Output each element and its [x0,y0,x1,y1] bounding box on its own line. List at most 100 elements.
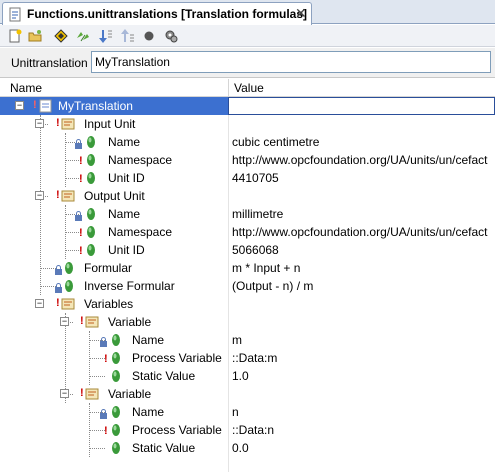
tree-row-input-unit-id[interactable]: ! Unit ID 4410705 [0,169,495,187]
property-leaf-icon [64,261,74,278]
tree-value[interactable]: 0.0 [232,441,249,455]
tree-value[interactable]: m [232,333,242,347]
tree-row-input-unit-namespace[interactable]: ! Namespace http://www.opcfoundation.org… [0,151,495,169]
tree-label: MyTranslation [58,99,133,113]
required-marker-icon: ! [79,227,83,239]
move-down-icon[interactable] [96,27,114,45]
tree-label: Namespace [108,153,173,167]
tree-row-output-unit[interactable]: − ! Output Unit [0,187,495,205]
property-leaf-icon [111,351,121,368]
tree-label: Process Variable [132,423,222,437]
property-leaf-icon [86,243,96,260]
tree-label: Static Value [132,441,196,455]
property-leaf-icon [111,333,121,350]
tree-row-process-variable[interactable]: ! Process Variable ::Data:n [0,421,495,439]
collapse-icon[interactable]: − [35,299,44,308]
tree-value[interactable]: n [232,405,239,419]
tab-title: Functions.unittranslations [Translation … [27,7,308,21]
tree-value[interactable]: ::Data:m [232,351,277,365]
tree-value[interactable]: m * Input + n [232,261,300,275]
column-header-name[interactable]: Name [10,81,42,95]
lock-icon [74,138,83,152]
property-leaf-icon [86,135,96,152]
tree-row-formular[interactable]: Formular m * Input + n [0,259,495,277]
tree-row-output-unit-id[interactable]: ! Unit ID 5066068 [0,241,495,259]
tree-value[interactable]: http://www.opcfoundation.org/UA/units/un… [232,153,487,167]
close-icon[interactable]: ✕ [295,5,307,22]
new-icon[interactable] [6,27,24,45]
unittranslation-input[interactable] [91,51,491,73]
tree-row-process-variable[interactable]: ! Process Variable ::Data:m [0,349,495,367]
tree-label: Unit ID [108,171,145,185]
lock-icon [99,336,108,350]
settings-icon[interactable] [162,27,180,45]
collapse-icon[interactable]: − [60,317,69,326]
tree-value[interactable]: millimetre [232,207,283,221]
collapse-icon[interactable]: − [35,119,44,128]
tree-label: Namespace [108,225,173,239]
tree-value[interactable]: ::Data:n [232,423,274,437]
tree-row-static-value[interactable]: Static Value 0.0 [0,439,495,457]
tree-row-variables[interactable]: − ! Variables [0,295,495,313]
tree-label: Input Unit [84,117,136,131]
tree-row-output-unit-namespace[interactable]: ! Namespace http://www.opcfoundation.org… [0,223,495,241]
tree-label: Unit ID [108,243,145,257]
tree-value[interactable]: 1.0 [232,369,249,383]
tree-row-output-unit-name[interactable]: Name millimetre [0,205,495,223]
tree-value[interactable]: 4410705 [232,171,279,185]
required-marker-icon: ! [33,99,37,111]
collapse-icon[interactable]: − [15,101,24,110]
record-icon[interactable] [140,27,158,45]
tree-row-input-unit[interactable]: − ! Input Unit [0,115,495,133]
property-leaf-icon [111,369,121,386]
required-marker-icon: ! [104,353,108,365]
column-header-value[interactable]: Value [234,81,264,95]
tree-row-variable[interactable]: − ! Variable [0,385,495,403]
tree-label: Name [132,333,165,347]
tree-label: Variables [84,297,134,311]
property-leaf-icon [86,171,96,188]
collapse-icon[interactable]: − [35,191,44,200]
diamond-icon[interactable] [52,27,70,45]
tree-label: Variable [108,387,152,401]
column-divider[interactable] [228,79,229,97]
required-marker-icon: ! [104,425,108,437]
property-leaf-icon [86,225,96,242]
tree-guide-line [89,448,105,449]
property-leaf-icon [111,405,121,422]
lock-icon [74,210,83,224]
property-leaf-icon [111,423,121,440]
required-marker-icon: ! [79,245,83,257]
unittranslation-row: Unittranslation [0,48,495,78]
tree-row-input-unit-name[interactable]: Name cubic centimetre [0,133,495,151]
tree-value[interactable]: 5066068 [232,243,279,257]
property-leaf-icon [86,153,96,170]
tree-row-variable-name[interactable]: Name m [0,331,495,349]
tree-row-variable-name[interactable]: Name n [0,403,495,421]
tab-translation-formulas[interactable]: Functions.unittranslations [Translation … [2,2,312,25]
folder-icon[interactable] [26,27,44,45]
tree-value[interactable]: http://www.opcfoundation.org/UA/units/un… [232,225,487,239]
tree-label: Inverse Formular [84,279,175,293]
tree-value[interactable]: cubic centimetre [232,135,319,149]
tree-label: Formular [84,261,133,275]
tree-row-variable[interactable]: − ! Variable [0,313,495,331]
unittranslation-label: Unittranslation [11,56,88,70]
pair-icon[interactable] [74,27,92,45]
tree-label: Name [108,207,141,221]
move-up-icon[interactable] [118,27,136,45]
tree-row-inverse-formular[interactable]: Inverse Formular (Output - n) / m [0,277,495,295]
tree-value[interactable]: (Output - n) / m [232,279,313,293]
tree-label: Name [132,405,165,419]
value-edit-box[interactable] [228,97,495,115]
tree-row-static-value[interactable]: Static Value 1.0 [0,367,495,385]
tab-bar: Functions.unittranslations [Translation … [0,0,495,25]
tree-row-root[interactable]: − ! MyTranslation [0,97,495,115]
tree-guide-line [89,358,105,359]
lock-icon [54,282,63,296]
property-leaf-icon [111,441,121,458]
collapse-icon[interactable]: − [60,389,69,398]
required-marker-icon: ! [79,155,83,167]
tree-label: Static Value [132,369,196,383]
column-header: Name Value [0,79,495,97]
